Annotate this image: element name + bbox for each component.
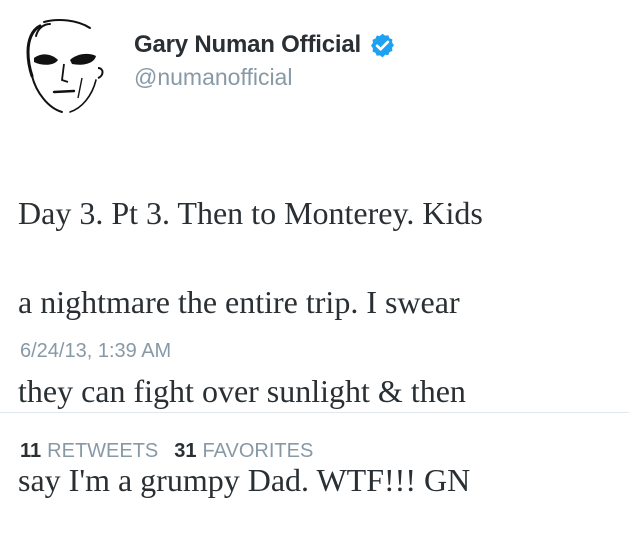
divider — [0, 412, 629, 413]
avatar[interactable] — [18, 18, 108, 116]
verified-badge-icon — [369, 32, 396, 59]
retweets-count: 11 — [20, 440, 42, 462]
tweet-text-line: Day 3. Pt 3. Then to Monterey. Kids — [18, 194, 483, 231]
tweet-card: Gary Numan Official @numanofficial Day 3… — [0, 0, 629, 498]
tweet-text-line: they can fight over sunlight & then — [18, 372, 466, 409]
display-name[interactable]: Gary Numan Official — [134, 31, 361, 59]
retweets-stat[interactable]: 11 RETWEETS — [20, 440, 158, 463]
tweet-stats: 11 RETWEETS 31 FAVORITES — [20, 440, 313, 463]
display-name-row[interactable]: Gary Numan Official — [134, 28, 396, 62]
favorites-label: FAVORITES — [202, 440, 314, 462]
tweet-text-line: say I'm a grumpy Dad. WTF!!! GN — [18, 461, 471, 498]
favorites-count: 31 — [174, 440, 197, 462]
user-handle[interactable]: @numanofficial — [134, 64, 292, 91]
tweet-text-line: a nightmare the entire trip. I swear — [18, 283, 460, 320]
retweets-label: RETWEETS — [47, 440, 159, 462]
face-sketch-avatar-icon — [26, 19, 104, 113]
favorites-stat[interactable]: 31 FAVORITES — [174, 440, 313, 463]
tweet-timestamp[interactable]: 6/24/13, 1:39 AM — [20, 340, 171, 363]
